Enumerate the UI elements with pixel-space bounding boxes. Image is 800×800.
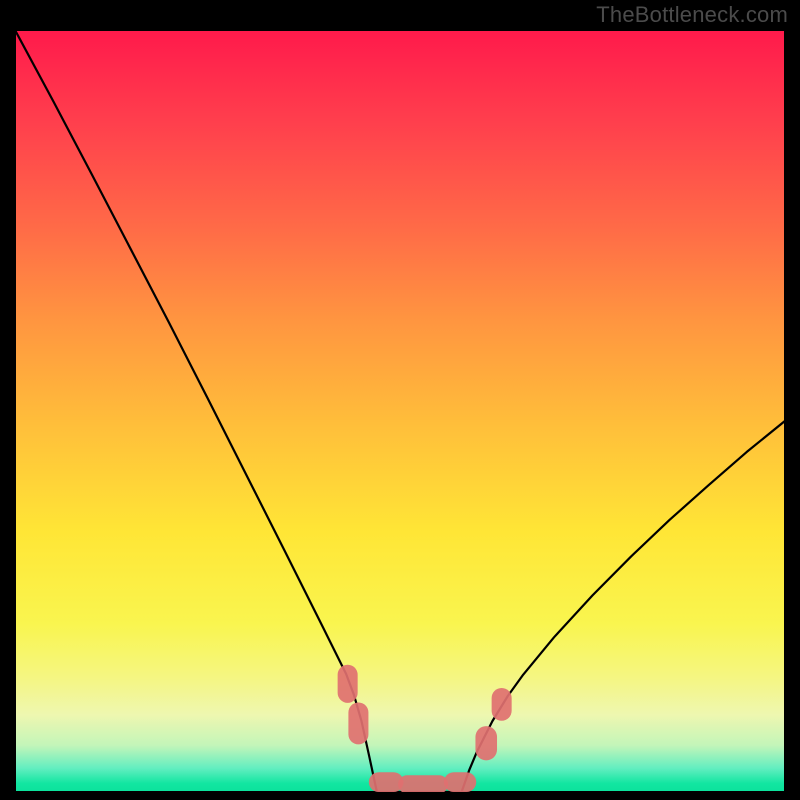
- attribution-text: TheBottleneck.com: [596, 2, 788, 28]
- left-cluster-upper: [338, 665, 358, 703]
- bottleneck-curve: [15, 30, 785, 792]
- chart-stage: TheBottleneck.com: [0, 0, 800, 800]
- curve-lines: [15, 30, 785, 792]
- right-cluster-lower: [475, 726, 497, 760]
- chart-svg: [15, 30, 785, 792]
- marker-group: [338, 665, 512, 792]
- valley-center: [398, 775, 448, 792]
- plot-frame: [15, 30, 785, 792]
- valley-left: [369, 772, 404, 792]
- left-cluster-lower: [348, 702, 368, 744]
- valley-right: [444, 772, 476, 792]
- right-cluster-upper: [492, 688, 512, 721]
